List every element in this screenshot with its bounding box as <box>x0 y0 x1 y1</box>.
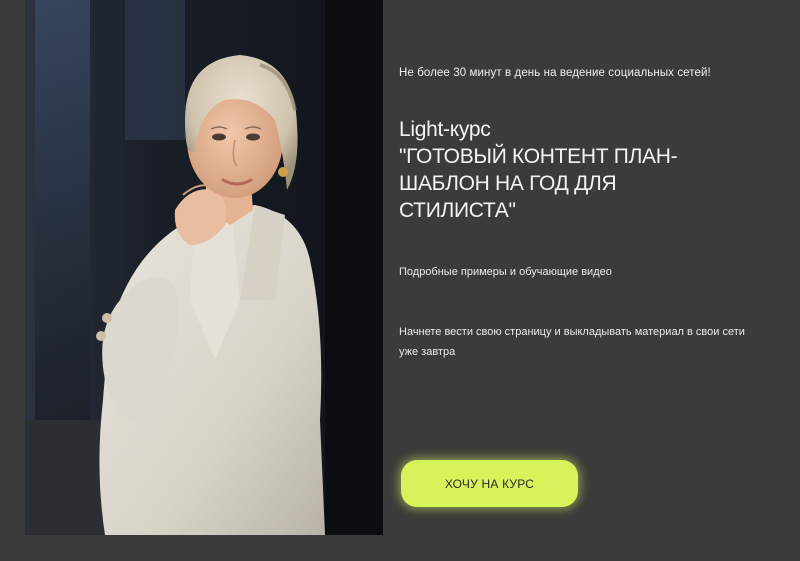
course-title-line: "ГОТОВЫЙ КОНТЕНТ ПЛАН- <box>399 145 678 168</box>
course-title-line: СТИЛИСТА" <box>399 199 516 222</box>
course-title-line: Light-курс <box>399 118 491 141</box>
course-title-line: ШАБЛОН НА ГОД ДЛЯ <box>399 172 617 195</box>
course-title: Light-курс "ГОТОВЫЙ КОНТЕНТ ПЛАН- ШАБЛОН… <box>399 116 759 224</box>
tagline: Не более 30 минут в день на ведение соци… <box>399 67 711 79</box>
portrait-photo <box>25 0 383 535</box>
landing-hero: Не более 30 минут в день на ведение соци… <box>0 0 800 561</box>
enroll-course-button[interactable]: ХОЧУ НА КУРС <box>401 460 578 507</box>
course-description-examples: Подробные примеры и обучающие видео <box>399 266 612 278</box>
course-description-start: Начнете вести свою страницу и выкладыват… <box>399 326 745 358</box>
